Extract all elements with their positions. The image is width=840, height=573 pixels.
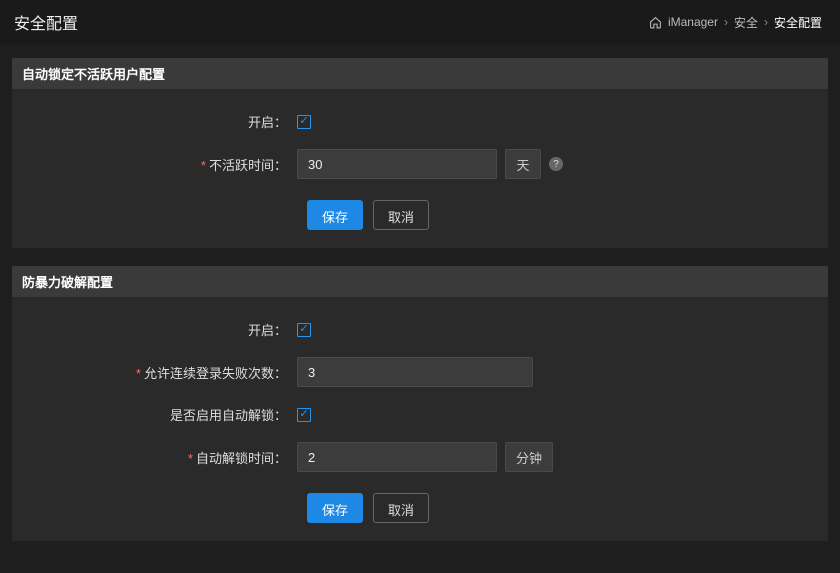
auto-unlock-checkbox[interactable] bbox=[297, 408, 311, 422]
fail-count-input[interactable] bbox=[297, 357, 533, 387]
chevron-right-icon: › bbox=[764, 15, 768, 29]
enable-label: 开启： bbox=[12, 112, 297, 131]
unlock-time-input[interactable] bbox=[297, 442, 497, 472]
inactive-lock-section: 自动锁定不活跃用户配置 开启： *不活跃时间： 天 ? 保存 取消 bbox=[12, 58, 828, 248]
breadcrumb-parent[interactable]: 安全 bbox=[734, 14, 758, 31]
inactive-time-label: *不活跃时间： bbox=[12, 155, 297, 174]
save-button[interactable]: 保存 bbox=[307, 493, 363, 523]
enable-label: 开启： bbox=[12, 320, 297, 339]
home-icon bbox=[649, 16, 662, 29]
fail-count-label: *允许连续登录失败次数： bbox=[12, 363, 297, 382]
unlock-time-label: *自动解锁时间： bbox=[12, 448, 297, 467]
cancel-button[interactable]: 取消 bbox=[373, 493, 429, 523]
breadcrumb-home[interactable]: iManager bbox=[668, 15, 718, 29]
enable-checkbox[interactable] bbox=[297, 115, 311, 129]
save-button[interactable]: 保存 bbox=[307, 200, 363, 230]
inactive-time-input[interactable] bbox=[297, 149, 497, 179]
chevron-right-icon: › bbox=[724, 15, 728, 29]
breadcrumb-current: 安全配置 bbox=[774, 14, 822, 31]
unlock-time-unit: 分钟 bbox=[505, 442, 553, 472]
cancel-button[interactable]: 取消 bbox=[373, 200, 429, 230]
section-title: 自动锁定不活跃用户配置 bbox=[12, 58, 828, 89]
breadcrumb: iManager › 安全 › 安全配置 bbox=[649, 14, 822, 31]
auto-unlock-label: 是否启用自动解锁： bbox=[12, 405, 297, 424]
inactive-time-unit: 天 bbox=[505, 149, 541, 179]
help-icon[interactable]: ? bbox=[549, 157, 563, 171]
section-title: 防暴力破解配置 bbox=[12, 266, 828, 297]
brute-force-section: 防暴力破解配置 开启： *允许连续登录失败次数： 是否启用自动解锁： bbox=[12, 266, 828, 541]
enable-checkbox[interactable] bbox=[297, 323, 311, 337]
page-title: 安全配置 bbox=[14, 10, 78, 34]
